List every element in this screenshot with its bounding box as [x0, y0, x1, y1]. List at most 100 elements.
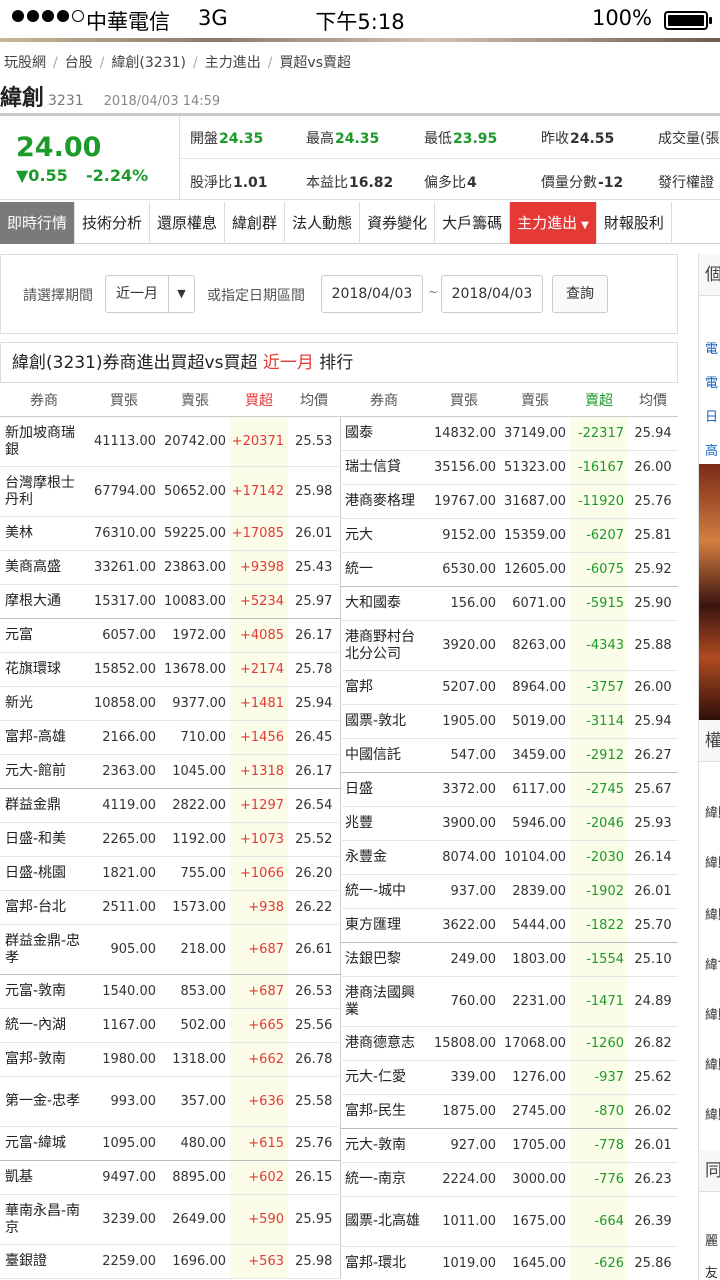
table-row[interactable]: 國票-敦北 1905.00 5019.00 -3114 25.94 [340, 704, 678, 739]
sidebar-link[interactable]: 電 [705, 338, 718, 357]
table-row[interactable]: 統一-內湖 1167.00 502.00 +665 25.56 [0, 1008, 341, 1043]
column-header[interactable]: 賣超 [570, 382, 628, 417]
broker-cell[interactable]: 元大 [340, 518, 428, 553]
broker-cell[interactable]: 新光 [0, 686, 88, 721]
tab-realtime[interactable]: 即時行情 [0, 202, 76, 244]
period-select[interactable]: 近一月 ▼ [105, 275, 195, 313]
broker-cell[interactable]: 富邦-高雄 [0, 720, 88, 755]
table-row[interactable]: 日盛-桃園 1821.00 755.00 +1066 26.20 [0, 856, 341, 891]
sidebar-warrant-item[interactable]: 緯購 [705, 852, 720, 871]
date-to-input[interactable]: 2018/04/03 [441, 275, 543, 313]
broker-cell[interactable]: 第一金-忠孝 [0, 1076, 88, 1127]
broker-cell[interactable]: 元大-敦南 [340, 1128, 428, 1163]
table-row[interactable]: 美林 76310.00 59225.00 +17085 26.01 [0, 516, 341, 551]
broker-cell[interactable]: 日盛 [340, 772, 428, 807]
tab-technical[interactable]: 技術分析 [75, 202, 151, 244]
column-header[interactable]: 均價 [288, 382, 340, 417]
table-row[interactable]: 港商麥格理 19767.00 31687.00 -11920 25.76 [340, 484, 678, 519]
table-row[interactable]: 港商德意志 15808.00 17068.00 -1260 26.82 [340, 1026, 678, 1061]
breadcrumb-stock-link[interactable]: 緯創(3231) [111, 52, 186, 72]
sidebar-warrant-item[interactable]: 緯購 [705, 904, 720, 923]
date-from-input[interactable]: 2018/04/03 [321, 275, 423, 313]
broker-cell[interactable]: 元富 [0, 618, 88, 653]
table-row[interactable]: 台灣摩根士丹利 67794.00 50652.00 +17142 25.98 [0, 466, 341, 517]
broker-cell[interactable]: 中國信託 [340, 738, 428, 773]
table-row[interactable]: 元大-館前 2363.00 1045.00 +1318 26.17 [0, 754, 341, 789]
broker-cell[interactable]: 日盛-和美 [0, 822, 88, 857]
broker-cell[interactable]: 富邦-環北 [340, 1246, 428, 1280]
broker-cell[interactable]: 國票-北高雄 [340, 1196, 428, 1247]
table-row[interactable]: 富邦-敦南 1980.00 1318.00 +662 26.78 [0, 1042, 341, 1077]
broker-cell[interactable]: 富邦-敦南 [0, 1042, 88, 1077]
broker-cell[interactable]: 國票-敦北 [340, 704, 428, 739]
broker-cell[interactable]: 港商野村台北分公司 [340, 620, 428, 671]
table-row[interactable]: 富邦-台北 2511.00 1573.00 +938 26.22 [0, 890, 341, 925]
broker-cell[interactable]: 港商麥格理 [340, 484, 428, 519]
table-row[interactable]: 瑞士信貸 35156.00 51323.00 -16167 26.00 [340, 450, 678, 485]
table-row[interactable]: 東方匯理 3622.00 5444.00 -1822 25.70 [340, 908, 678, 943]
sidebar-link[interactable]: 日 [705, 406, 718, 425]
broker-cell[interactable]: 統一 [340, 552, 428, 587]
table-row[interactable]: 元大-敦南 927.00 1705.00 -778 26.01 [340, 1128, 678, 1163]
table-row[interactable]: 富邦-民生 1875.00 2745.00 -870 26.02 [340, 1094, 678, 1129]
table-row[interactable]: 國票-北高雄 1011.00 1675.00 -664 26.39 [340, 1196, 678, 1247]
broker-cell[interactable]: 元大-館前 [0, 754, 88, 789]
table-row[interactable]: 元富-敦南 1540.00 853.00 +687 26.53 [0, 974, 341, 1009]
tab-group[interactable]: 緯創群 [225, 202, 286, 244]
table-row[interactable]: 元大-仁愛 339.00 1276.00 -937 25.62 [340, 1060, 678, 1095]
table-row[interactable]: 富邦 5207.00 8964.00 -3757 26.00 [340, 670, 678, 705]
column-header[interactable]: 券商 [340, 382, 428, 417]
breadcrumb-tw-stock-link[interactable]: 台股 [65, 52, 93, 72]
tab-financials[interactable]: 財報股利 [597, 202, 672, 244]
broker-cell[interactable]: 臺銀證 [0, 1244, 88, 1279]
column-header[interactable]: 券商 [0, 382, 88, 417]
table-row[interactable]: 富邦-環北 1019.00 1645.00 -626 25.86 [340, 1246, 678, 1280]
table-row[interactable]: 統一-南京 2224.00 3000.00 -776 26.23 [340, 1162, 678, 1197]
broker-cell[interactable]: 法銀巴黎 [340, 942, 428, 977]
broker-cell[interactable]: 摩根大通 [0, 584, 88, 619]
tab-main-force[interactable]: 主力進出 ▼ [510, 202, 597, 244]
table-row[interactable]: 日盛 3372.00 6117.00 -2745 25.67 [340, 772, 678, 807]
table-row[interactable]: 港商野村台北分公司 3920.00 8263.00 -4343 25.88 [340, 620, 678, 671]
table-row[interactable]: 新加坡商瑞銀 41113.00 20742.00 +20371 25.53 [0, 416, 341, 467]
column-header[interactable]: 賣張 [160, 382, 230, 417]
broker-cell[interactable]: 富邦-民生 [340, 1094, 428, 1129]
sidebar-warrant-item[interactable]: 緯購 [705, 1104, 720, 1123]
breadcrumb-home-link[interactable]: 玩股網 [4, 52, 46, 72]
broker-cell[interactable]: 富邦-台北 [0, 890, 88, 925]
column-header[interactable]: 均價 [628, 382, 678, 417]
column-header[interactable]: 買超 [230, 382, 288, 417]
table-row[interactable]: 國泰 14832.00 37149.00 -22317 25.94 [340, 416, 678, 451]
table-row[interactable]: 統一 6530.00 12605.00 -6075 25.92 [340, 552, 678, 587]
column-header[interactable]: 買張 [88, 382, 160, 417]
table-row[interactable]: 臺銀證 2259.00 1696.00 +563 25.98 [0, 1244, 341, 1279]
table-row[interactable]: 元大 9152.00 15359.00 -6207 25.81 [340, 518, 678, 553]
table-row[interactable]: 港商法國興業 760.00 2231.00 -1471 24.89 [340, 976, 678, 1027]
table-row[interactable]: 日盛-和美 2265.00 1192.00 +1073 25.52 [0, 822, 341, 857]
broker-cell[interactable]: 台灣摩根士丹利 [0, 466, 88, 517]
broker-cell[interactable]: 元大-仁愛 [340, 1060, 428, 1095]
broker-cell[interactable]: 國泰 [340, 416, 428, 451]
table-row[interactable]: 摩根大通 15317.00 10083.00 +5234 25.97 [0, 584, 341, 619]
sidebar-warrant-item[interactable]: 緯購 [705, 1004, 720, 1023]
table-row[interactable]: 華南永昌-南京 3239.00 2649.00 +590 25.95 [0, 1194, 341, 1245]
tab-institutional[interactable]: 法人動態 [285, 202, 361, 244]
sidebar-warrant-item[interactable]: 緯購 [705, 1054, 720, 1073]
sidebar-image[interactable] [699, 464, 720, 722]
broker-cell[interactable]: 花旗環球 [0, 652, 88, 687]
query-button[interactable]: 查詢 [552, 275, 608, 313]
table-row[interactable]: 元富-緯城 1095.00 480.00 +615 25.76 [0, 1126, 341, 1161]
table-row[interactable]: 美商高盛 33261.00 23863.00 +9398 25.43 [0, 550, 341, 585]
broker-cell[interactable]: 統一-南京 [340, 1162, 428, 1197]
broker-cell[interactable]: 統一-內湖 [0, 1008, 88, 1043]
sidebar-footer-item[interactable]: 麗 [705, 1230, 718, 1249]
broker-cell[interactable]: 富邦 [340, 670, 428, 705]
table-row[interactable]: 統一-城中 937.00 2839.00 -1902 26.01 [340, 874, 678, 909]
broker-cell[interactable]: 群益金鼎-忠孝 [0, 924, 88, 975]
broker-cell[interactable]: 新加坡商瑞銀 [0, 416, 88, 467]
broker-cell[interactable]: 日盛-桃園 [0, 856, 88, 891]
broker-cell[interactable]: 兆豐 [340, 806, 428, 841]
broker-cell[interactable]: 永豐金 [340, 840, 428, 875]
table-row[interactable]: 法銀巴黎 249.00 1803.00 -1554 25.10 [340, 942, 678, 977]
table-row[interactable]: 永豐金 8074.00 10104.00 -2030 26.14 [340, 840, 678, 875]
